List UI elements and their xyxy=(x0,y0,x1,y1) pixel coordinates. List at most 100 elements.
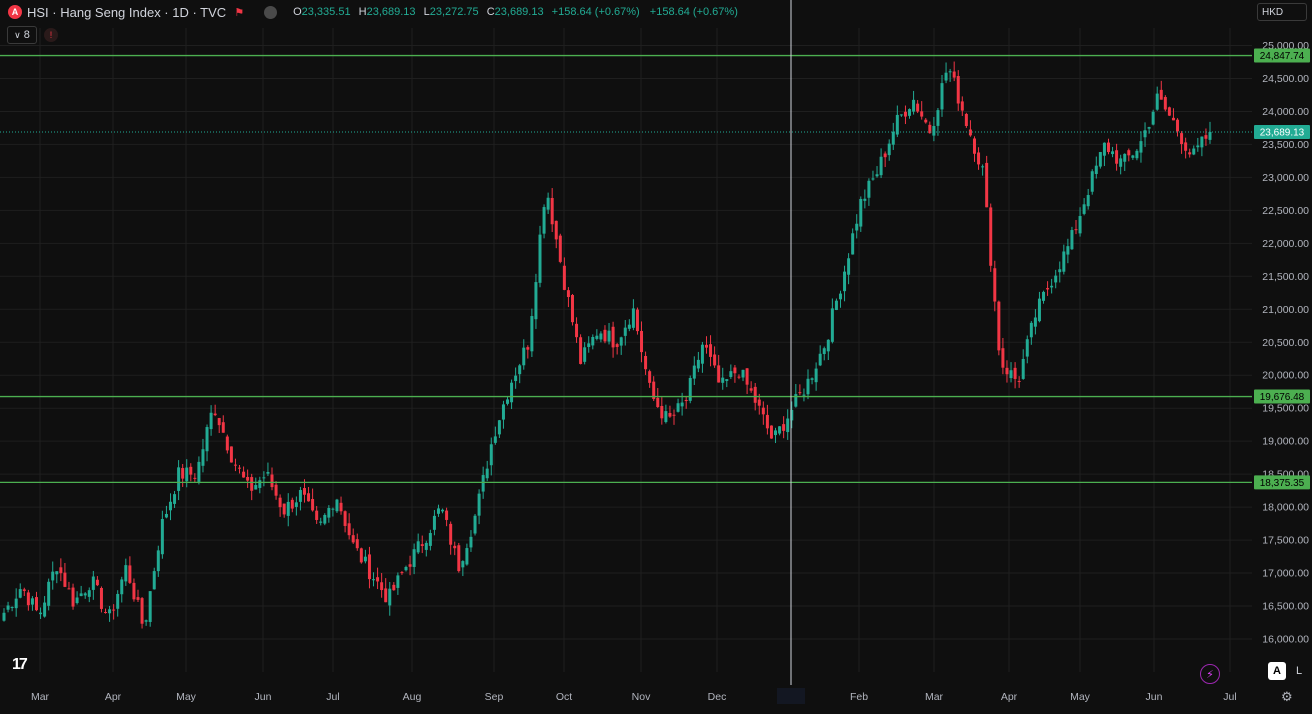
candle-body xyxy=(786,418,790,433)
candle-body xyxy=(193,477,197,479)
symbol-title[interactable]: HSI · Hang Seng Index · 1D · TVC xyxy=(27,5,226,20)
candle-body xyxy=(668,412,672,417)
candle-body xyxy=(71,587,75,607)
low-label: L xyxy=(423,6,430,18)
candle-body xyxy=(461,561,465,568)
alert-icon[interactable]: ! xyxy=(44,28,58,42)
candle-body xyxy=(136,597,140,600)
candle-body xyxy=(1086,195,1090,207)
candle-body xyxy=(1155,93,1159,110)
y-axis-tick-label: 21,000.00 xyxy=(1262,304,1309,316)
x-axis-tick-label: Oct xyxy=(556,691,572,703)
candle-body xyxy=(847,258,851,275)
candle-body xyxy=(412,549,416,567)
candle-body xyxy=(696,359,700,369)
candle-body xyxy=(424,542,428,550)
candle-body xyxy=(331,508,335,510)
candle-body xyxy=(879,156,883,176)
candle-body xyxy=(587,343,591,347)
y-axis-tick-label: 23,000.00 xyxy=(1262,172,1309,184)
candle-body xyxy=(1159,89,1163,100)
auto-scale-button[interactable]: A xyxy=(1268,662,1286,680)
candle-body xyxy=(1090,171,1094,192)
candle-body xyxy=(607,330,611,342)
candle-body xyxy=(1005,367,1009,375)
currency-selector[interactable]: HKD xyxy=(1257,3,1307,21)
candle-body xyxy=(233,464,237,466)
x-axis-tick-label: Sep xyxy=(485,691,504,703)
candle-body xyxy=(542,207,546,234)
candle-body xyxy=(871,178,875,180)
candle-body xyxy=(566,290,570,298)
candle-body xyxy=(522,347,526,366)
candle-body xyxy=(875,174,879,177)
candle-body xyxy=(676,403,680,412)
candle-body xyxy=(936,110,940,126)
candle-body xyxy=(981,166,985,168)
candle-body xyxy=(737,376,741,378)
candle-body xyxy=(774,430,778,436)
x-axis-tick-label: May xyxy=(1070,691,1091,703)
candle-body xyxy=(964,113,968,126)
candle-body xyxy=(201,449,205,466)
candle-body xyxy=(558,235,562,262)
candle-body xyxy=(1062,251,1066,272)
candle-body xyxy=(1123,153,1127,162)
candle-body xyxy=(863,198,867,201)
lightning-icon[interactable]: ⚡ xyxy=(1200,664,1220,684)
candle-body xyxy=(514,375,518,382)
candle-body xyxy=(144,620,148,622)
candle-body xyxy=(266,471,270,474)
candle-body xyxy=(932,126,936,136)
candle-body xyxy=(510,382,514,403)
chart-root[interactable]: 16,000.00 16,500.00 17,000.00 17,500.00 18,0… xyxy=(0,0,1312,709)
log-scale-button[interactable]: L xyxy=(1290,662,1308,680)
candle-body xyxy=(298,490,302,502)
candle-body xyxy=(859,198,863,227)
level-price-label: 19,676.48 xyxy=(1260,392,1305,403)
x-axis-tick-label: Mar xyxy=(31,691,50,703)
y-axis-tick-label: 24,000.00 xyxy=(1262,106,1309,118)
high-value: 23,689.13 xyxy=(366,6,416,18)
candle-body xyxy=(270,474,274,488)
candle-body xyxy=(562,265,566,290)
candle-body xyxy=(315,510,319,520)
symbol-logo-icon[interactable]: A xyxy=(8,5,22,19)
candle-body xyxy=(1167,107,1171,116)
candle-body xyxy=(156,550,160,572)
candle-body xyxy=(428,533,432,546)
candle-body xyxy=(396,575,400,588)
candle-body xyxy=(1115,150,1119,164)
tradingview-logo-icon[interactable]: 17 xyxy=(12,656,28,674)
candle-body xyxy=(830,308,834,342)
candle-body xyxy=(489,444,493,466)
candle-body xyxy=(181,468,185,479)
candle-body xyxy=(87,590,91,597)
candlestick-chart[interactable]: 16,000.00 16,500.00 17,000.00 17,500.00 18,0… xyxy=(0,0,1312,709)
candle-body xyxy=(384,588,388,603)
candle-body xyxy=(355,539,359,549)
candle-body xyxy=(108,609,112,614)
candle-body xyxy=(1196,145,1200,148)
y-axis-tick-label: 17,000.00 xyxy=(1262,568,1309,580)
gear-icon[interactable]: ⚙ xyxy=(1281,689,1293,705)
candle-body xyxy=(778,426,782,434)
candle-body xyxy=(91,576,95,590)
candle-body xyxy=(989,207,993,266)
candle-body xyxy=(1106,142,1110,153)
candle-body xyxy=(704,344,708,348)
candle-body xyxy=(952,71,956,78)
chevron-down-icon: ∨ xyxy=(14,29,21,40)
candle-body xyxy=(546,197,550,210)
candle-body xyxy=(229,446,233,463)
flag-icon[interactable]: ⚑ xyxy=(234,6,244,19)
indicators-toggle-button[interactable]: ∨ 8 xyxy=(7,26,37,44)
candle-body xyxy=(209,412,213,430)
candle-body xyxy=(713,354,717,366)
candle-body xyxy=(692,365,696,379)
candle-body xyxy=(554,220,558,240)
candle-body xyxy=(116,593,120,609)
x-axis-tick-label: May xyxy=(176,691,197,703)
candle-body xyxy=(481,475,485,492)
y-axis-tick-label: 19,000.00 xyxy=(1262,436,1309,448)
